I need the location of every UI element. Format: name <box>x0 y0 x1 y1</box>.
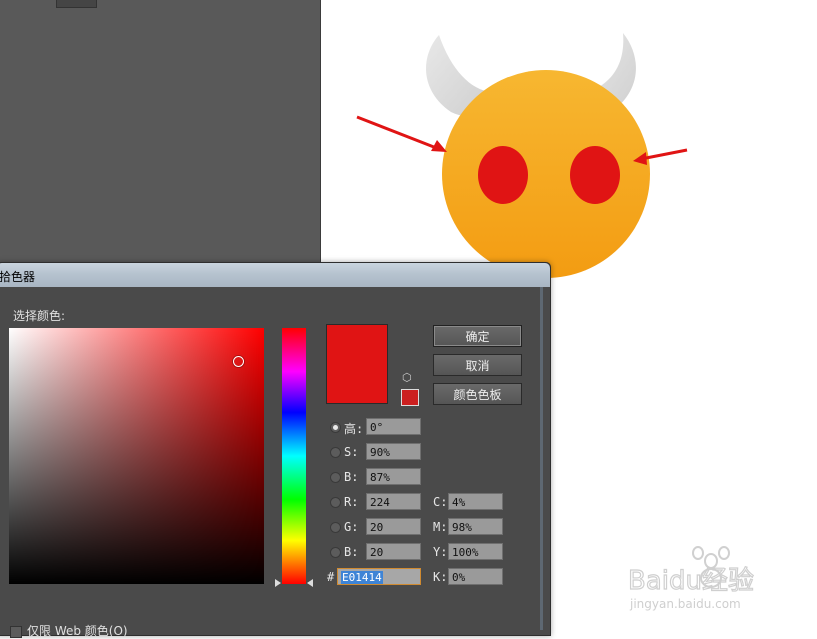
green-field[interactable]: 20 <box>366 518 421 535</box>
web-safe-cube-icon[interactable]: ⬡ <box>402 372 414 384</box>
yellow-field[interactable]: 100% <box>448 543 503 560</box>
select-color-label: 选择颜色: <box>13 309 66 323</box>
hue-radio[interactable] <box>330 422 341 433</box>
hue-slider-right-arrow[interactable] <box>307 579 313 587</box>
color-swatches-button[interactable]: 颜色色板 <box>433 383 522 405</box>
hue-label: 高: <box>344 422 364 436</box>
panel-tab-stub <box>56 0 97 8</box>
right-eye <box>570 146 620 204</box>
baidu-watermark: Baidu经验 jingyan.baidu.com <box>626 545 811 615</box>
hex-value-selected: E01414 <box>341 571 383 584</box>
blue-field[interactable]: 20 <box>366 543 421 560</box>
magenta-label: M: <box>433 520 448 534</box>
saturation-label: S: <box>344 445 359 459</box>
yellow-label: Y: <box>433 545 448 559</box>
hue-slider[interactable] <box>282 328 306 584</box>
left-arrow <box>356 115 440 151</box>
saturation-field[interactable]: 90% <box>366 443 421 460</box>
black-field[interactable]: 0% <box>448 568 503 585</box>
blue-radio[interactable] <box>330 547 341 558</box>
hex-field[interactable]: E01414 <box>337 568 421 585</box>
dialog-body: 选择颜色: ⬡ 确定 取消 颜色色板 高: 0° S: 90% B: 87% R… <box>1 287 543 638</box>
color-picker-dialog: 拾色器 选择颜色: ⬡ 确定 取消 颜色色板 高: 0° S: 90% B: 8… <box>0 262 551 638</box>
left-eye <box>478 146 528 204</box>
watermark-url-text: jingyan.baidu.com <box>629 597 741 611</box>
green-radio[interactable] <box>330 522 341 533</box>
green-label: G: <box>344 520 359 534</box>
red-field[interactable]: 224 <box>366 493 421 510</box>
brightness-radio[interactable] <box>330 472 341 483</box>
blue-label: B: <box>344 545 359 559</box>
current-color-preview <box>326 324 388 404</box>
brightness-field[interactable]: 87% <box>366 468 421 485</box>
watermark-brand-text: Baidu经验 <box>628 566 754 596</box>
dialog-titlebar[interactable]: 拾色器 <box>0 263 550 287</box>
hue-field[interactable]: 0° <box>366 418 421 435</box>
dialog-title: 拾色器 <box>0 270 36 284</box>
web-safe-color-swatch[interactable] <box>401 389 419 406</box>
black-label: K: <box>433 570 448 584</box>
ok-button[interactable]: 确定 <box>433 325 522 347</box>
brightness-label: B: <box>344 470 359 484</box>
hex-label: # <box>327 570 335 584</box>
red-radio[interactable] <box>330 497 341 508</box>
color-field-cursor[interactable] <box>233 356 244 367</box>
red-label: R: <box>344 495 359 509</box>
cancel-button[interactable]: 取消 <box>433 354 522 376</box>
magenta-field[interactable]: 98% <box>448 518 503 535</box>
saturation-brightness-field[interactable] <box>9 328 264 584</box>
hue-slider-left-arrow[interactable] <box>275 579 281 587</box>
paw-logo: Baidu经验 jingyan.baidu.com <box>627 546 755 611</box>
cyan-label: C: <box>433 495 448 509</box>
only-web-colors-checkbox[interactable] <box>10 626 22 638</box>
cyan-field[interactable]: 4% <box>448 493 503 510</box>
saturation-radio[interactable] <box>330 447 341 458</box>
